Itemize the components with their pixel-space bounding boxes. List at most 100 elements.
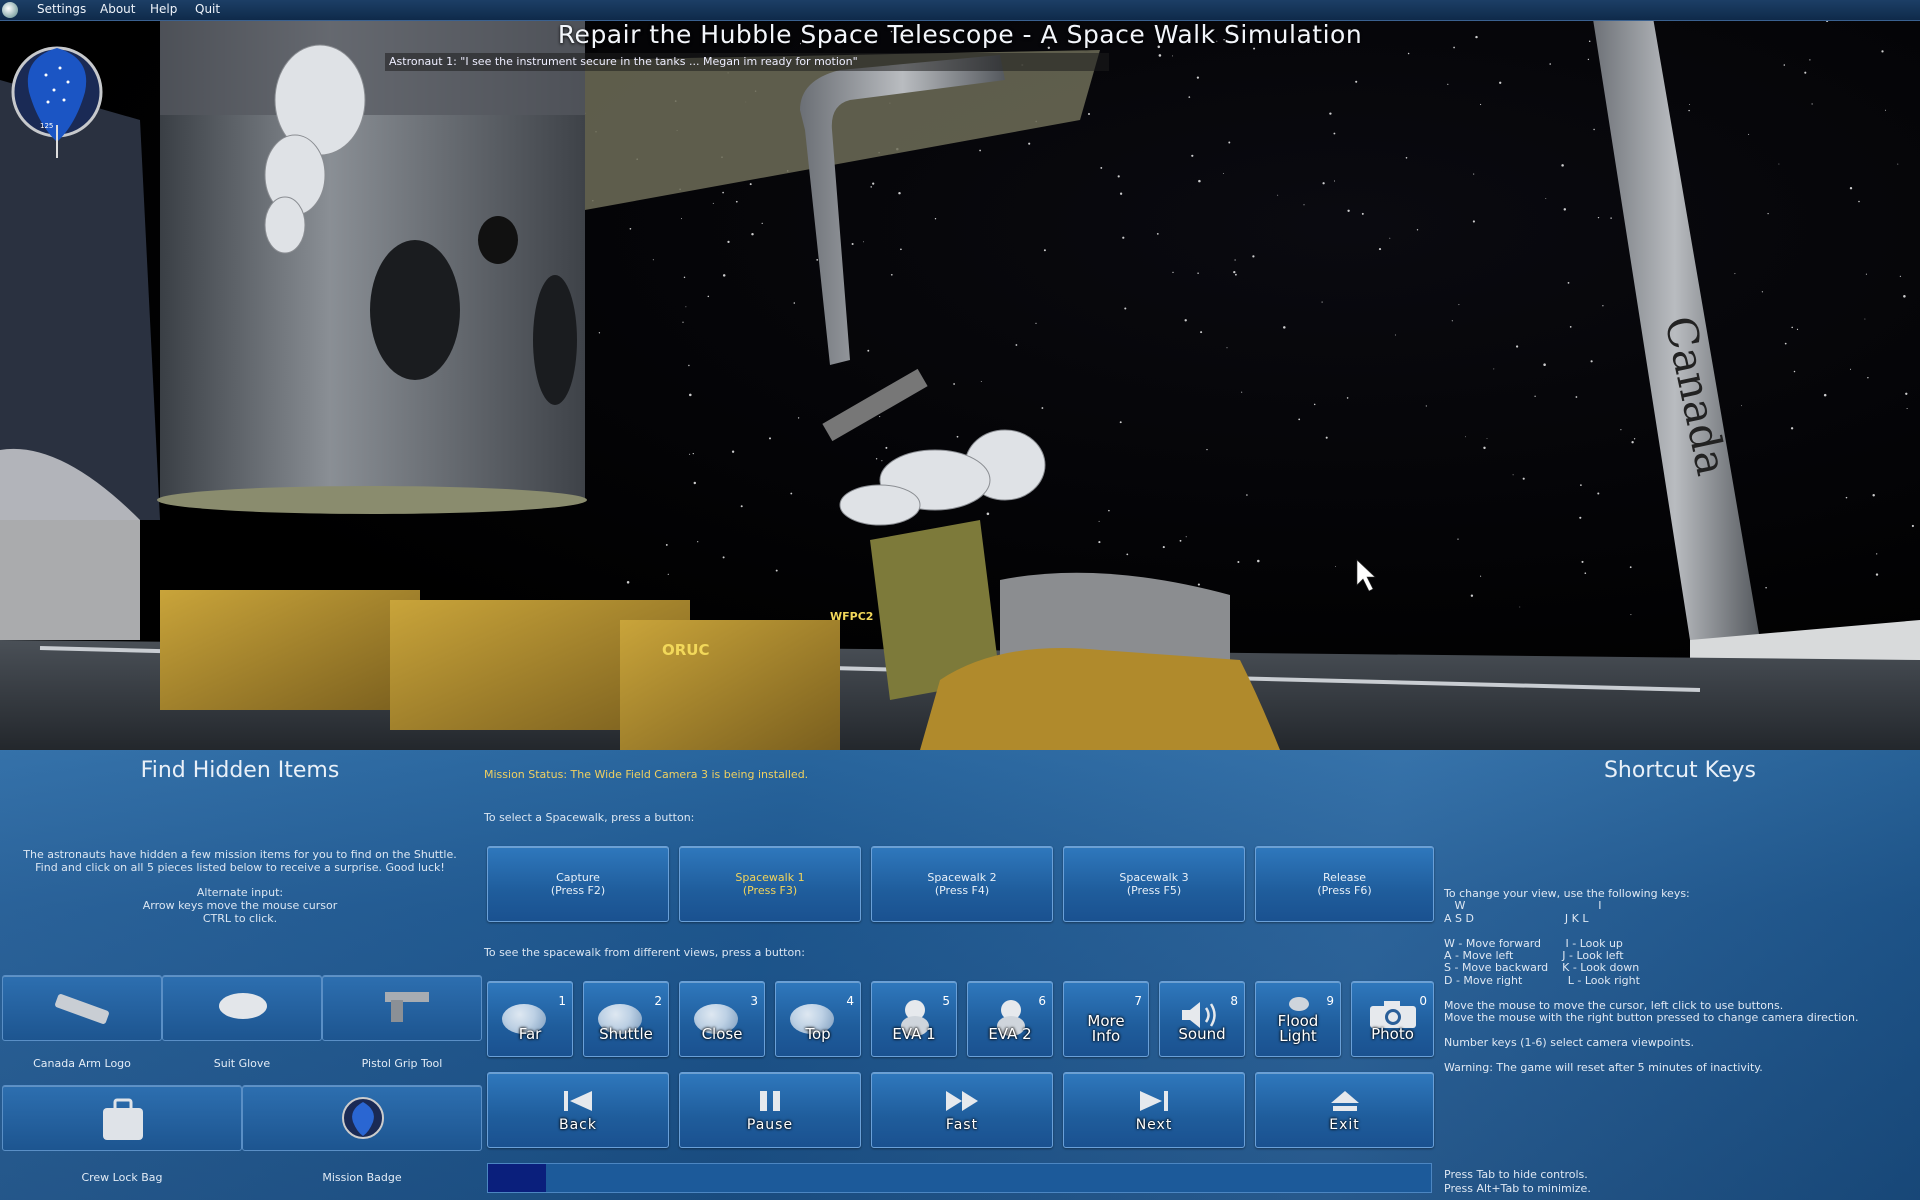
star <box>683 276 686 279</box>
button-label: Spacewalk 1 <box>735 871 805 884</box>
star <box>1241 391 1243 393</box>
astronaut-2 <box>839 429 1046 526</box>
cargo-carrier-left <box>160 590 420 710</box>
hidden-item-label: Canada Arm Logo <box>33 1057 131 1070</box>
star <box>722 274 726 277</box>
menu-about[interactable]: About <box>100 2 135 16</box>
spacewalk-3-button[interactable]: Spacewalk 3 (Press F5) <box>1063 846 1245 922</box>
star <box>1378 248 1382 251</box>
star <box>1246 494 1248 496</box>
mission-progress-bar <box>487 1163 1432 1193</box>
star <box>1119 421 1122 424</box>
star <box>1631 441 1634 444</box>
hubble-port-2 <box>533 275 577 405</box>
star <box>1823 393 1827 397</box>
view-eva-2-button[interactable]: 6 EVA 2 <box>967 981 1053 1057</box>
star <box>667 573 669 575</box>
view-eva-1-button[interactable]: 5 EVA 1 <box>871 981 957 1057</box>
star <box>1512 474 1514 476</box>
view-number: 4 <box>846 994 854 1008</box>
menu-settings[interactable]: Settings <box>37 2 86 16</box>
menu-quit[interactable]: Quit <box>195 2 220 16</box>
star <box>1872 493 1875 497</box>
star <box>1545 197 1547 199</box>
star <box>980 381 982 383</box>
view-more-info-button[interactable]: 7 More Info <box>1063 981 1149 1057</box>
capture-button[interactable]: Capture (Press F2) <box>487 846 669 922</box>
hidden-item-crew-lock-bag[interactable] <box>2 1085 242 1151</box>
star <box>898 191 901 195</box>
next-button[interactable]: Next <box>1063 1072 1245 1148</box>
button-label: Release <box>1323 871 1366 884</box>
star <box>682 321 684 323</box>
mission-progress-fill <box>488 1164 546 1192</box>
star <box>1884 109 1887 111</box>
sound-toggle-button[interactable]: 8 Sound <box>1159 981 1245 1057</box>
star <box>816 259 819 261</box>
back-button[interactable]: Back <box>487 1072 669 1148</box>
star <box>1234 259 1236 261</box>
star <box>751 232 754 236</box>
star <box>1899 275 1902 277</box>
astronaut-dialogue: Astronaut 1: "I see the instrument secur… <box>385 53 1109 71</box>
star <box>1458 304 1460 306</box>
photo-button[interactable]: 0 Photo <box>1351 981 1434 1057</box>
star <box>1226 347 1228 349</box>
view-label: Far <box>518 1025 542 1043</box>
star <box>953 383 955 385</box>
star <box>629 227 632 230</box>
next-icon <box>1140 1091 1168 1111</box>
transport-label: Back <box>559 1117 597 1133</box>
exit-button[interactable]: Exit <box>1255 1072 1434 1148</box>
star <box>1321 301 1323 303</box>
star <box>1451 320 1453 322</box>
star <box>1688 109 1690 112</box>
mission-status: Mission Status: The Wide Field Camera 3 … <box>484 768 809 781</box>
star <box>626 581 630 584</box>
star <box>890 273 893 276</box>
hidden-item-pistol-grip-tool[interactable] <box>322 975 482 1041</box>
menu-help[interactable]: Help <box>150 2 177 16</box>
star <box>685 306 687 308</box>
view-label: Shuttle <box>599 1025 653 1043</box>
exit-icon <box>1330 1091 1359 1111</box>
star <box>1580 484 1582 486</box>
view-close-button[interactable]: 3 Close <box>679 981 765 1057</box>
fast-button[interactable]: Fast <box>871 1072 1053 1148</box>
button-label: Capture <box>556 871 600 884</box>
star <box>1784 342 1787 345</box>
hubble-port-1 <box>370 240 460 380</box>
star <box>697 541 699 543</box>
flood-light-button[interactable]: 9 Flood Light <box>1255 981 1341 1057</box>
hidden-item-suit-glove[interactable] <box>162 975 322 1041</box>
star <box>1597 492 1600 495</box>
spacewalk-1-button[interactable]: Spacewalk 1 (Press F3) <box>679 846 861 922</box>
star <box>749 183 752 186</box>
views-prompt: To see the spacewalk from different view… <box>484 946 805 959</box>
view-label: EVA 1 <box>892 1025 936 1043</box>
star <box>1334 566 1336 567</box>
star <box>1325 436 1328 439</box>
shortcut-keys-heading: Shortcut Keys <box>1603 758 1757 783</box>
button-shortcut: (Press F5) <box>1126 884 1182 897</box>
star <box>986 512 990 516</box>
view-far-button[interactable]: 1 Far <box>487 981 573 1057</box>
oruc-container <box>620 620 840 750</box>
star <box>722 556 725 559</box>
hidden-item-mission-badge[interactable] <box>242 1085 482 1151</box>
star <box>1864 318 1866 320</box>
star <box>1172 271 1174 274</box>
star <box>1911 524 1914 528</box>
view-top-button[interactable]: 4 Top <box>775 981 861 1057</box>
spacewalk-2-button[interactable]: Spacewalk 2 (Press F4) <box>871 846 1053 922</box>
mouse-cursor-icon <box>1356 559 1376 592</box>
star <box>1783 64 1786 66</box>
space-scene-viewport[interactable]: Canada ORUC WFPC2 <box>0 0 1920 750</box>
pause-button[interactable]: Pause <box>679 1072 861 1148</box>
view-shuttle-button[interactable]: 2 Shuttle <box>583 981 669 1057</box>
release-button[interactable]: Release (Press F6) <box>1255 846 1434 922</box>
canada-arm-logo-icon <box>55 994 109 1024</box>
star <box>793 302 796 304</box>
hidden-item-canada-arm-logo[interactable] <box>2 975 162 1041</box>
star <box>1903 295 1906 298</box>
